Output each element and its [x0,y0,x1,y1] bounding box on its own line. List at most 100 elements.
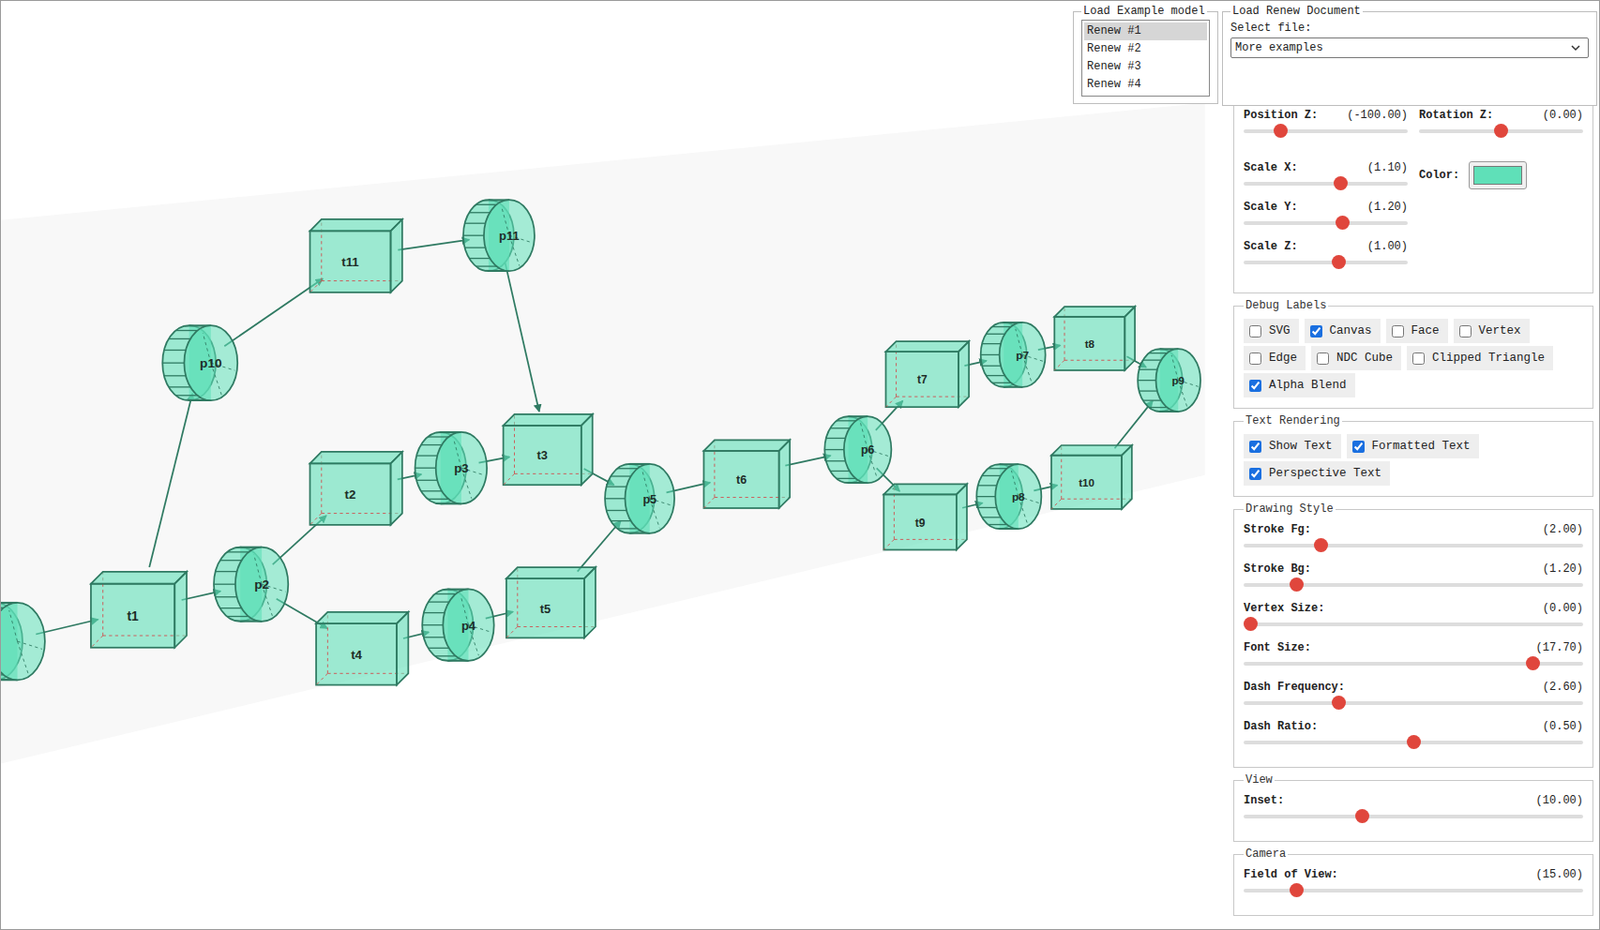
file-select[interactable]: More examples [1230,37,1589,59]
model-list-item[interactable]: Renew #3 [1084,58,1208,76]
model-list-item[interactable]: Renew #4 [1084,75,1208,94]
place-node[interactable]: p5 [604,464,675,534]
slider-thumb[interactable] [1313,538,1329,553]
slider-track[interactable] [1243,701,1584,706]
transition-node[interactable]: t8 [1054,306,1135,371]
slider-row: Dash Frequency:(2.60) [1243,680,1584,721]
transition-node[interactable]: t6 [703,439,790,509]
checkbox[interactable] [1249,440,1262,453]
slider-thumb[interactable] [1333,176,1348,191]
place-node[interactable]: p11 [463,199,535,272]
place-node[interactable]: p10 [162,325,238,401]
transition-node[interactable]: t3 [503,414,593,485]
slider-track[interactable] [1418,129,1584,134]
transition-node[interactable]: t2 [309,452,402,526]
slider-thumb[interactable] [1406,735,1421,750]
slider-track[interactable] [1243,583,1584,588]
place-node[interactable]: p2 [213,547,288,622]
checkbox-label: Perspective Text [1268,467,1382,481]
slider-thumb[interactable] [1331,255,1346,270]
ground-plane [0,103,1206,765]
checkbox[interactable] [1249,379,1262,393]
transition-node[interactable]: t11 [309,219,402,293]
slider-track[interactable] [1243,543,1584,548]
arc [35,619,98,635]
checkbox[interactable] [1249,352,1262,365]
slider-track[interactable] [1243,181,1408,186]
checkbox-option[interactable]: SVG [1243,318,1299,344]
slider-track[interactable] [1243,815,1584,819]
checkbox[interactable] [1412,352,1425,365]
checkbox[interactable] [1459,325,1472,338]
node-label: p2 [254,577,270,592]
checkbox[interactable] [1352,440,1365,453]
checkbox[interactable] [1249,325,1262,338]
slider-thumb[interactable] [1525,656,1540,671]
transition-node[interactable]: t9 [883,483,967,550]
checkbox-label: Canvas [1329,324,1373,338]
checkbox-label: Vertex [1479,324,1522,338]
checkbox-option[interactable]: Clipped Triangle [1406,346,1554,371]
transition-node[interactable]: t4 [316,612,408,686]
checkbox-option[interactable]: NDC Cube [1311,346,1402,371]
slider-thumb[interactable] [1243,617,1258,632]
checkbox[interactable] [1316,352,1329,365]
slider-track[interactable] [1243,622,1584,627]
app: t1p2p10t11p11t2p3t3t4p4t5p5t6p6t7p7t8p9t… [0,0,1600,930]
checkbox-option[interactable]: Vertex [1453,318,1530,344]
checkbox-label: Show Text [1268,439,1333,453]
slider-track[interactable] [1243,221,1408,226]
slider-thumb[interactable] [1335,215,1350,230]
group-legend: Load Example model [1081,4,1208,18]
slider-thumb[interactable] [1273,123,1288,138]
slider-track[interactable] [1243,260,1408,265]
node-label: p7 [1015,348,1029,363]
place-node[interactable]: p3 [415,432,488,505]
slider-track[interactable] [1243,129,1408,134]
slider-row: Rotation Z:(0.00) [1418,108,1584,162]
checkbox-option[interactable]: Show Text [1243,434,1342,459]
model-list-item[interactable]: Renew #2 [1084,40,1208,59]
transition-node[interactable]: t7 [885,341,969,408]
slider-thumb[interactable] [1331,695,1346,710]
slider-thumb[interactable] [1289,577,1304,592]
place-node[interactable] [0,603,46,681]
canvas[interactable]: t1p2p10t11p11t2p3t3t4p4t5p5t6p6t7p7t8p9t… [0,0,1231,930]
transition-node[interactable]: t1 [90,572,187,649]
transition-node[interactable]: t10 [1051,445,1133,510]
slider-row: Scale Y:(1.20) [1243,200,1408,241]
slider-thumb[interactable] [1289,883,1304,898]
checkbox-option[interactable]: Alpha Blend [1243,373,1356,398]
place-node[interactable]: p7 [981,322,1046,388]
slider-track[interactable] [1243,740,1584,745]
node-label: t9 [915,516,926,530]
color-swatch[interactable] [1468,161,1527,190]
place-node[interactable]: p8 [976,464,1042,529]
checkbox[interactable] [1310,325,1323,338]
place-node[interactable]: p4 [422,588,494,661]
checkbox[interactable] [1391,325,1404,338]
checkbox-label: Face [1411,324,1440,338]
place-node[interactable]: p6 [824,416,891,484]
renew-document: Load Renew DocumentSelect file:More exam… [1222,4,1598,106]
place-node[interactable]: p9 [1137,348,1201,412]
checkbox-option[interactable]: Canvas [1304,318,1381,344]
checkbox-option[interactable]: Face [1386,318,1449,344]
slider-label: Vertex Size: [1243,602,1325,616]
checkbox-option[interactable]: Edge [1243,346,1306,371]
checkbox[interactable] [1249,467,1262,481]
slider-thumb[interactable] [1355,809,1370,824]
checkbox-option[interactable]: Perspective Text [1243,461,1390,486]
model-list-item[interactable]: Renew #1 [1084,22,1208,41]
slider-track[interactable] [1243,662,1584,666]
slider-track[interactable] [1243,889,1584,893]
slider-value: (1.00) [1367,240,1408,254]
model-list[interactable]: Renew #1Renew #2Renew #3Renew #4 [1081,19,1210,97]
slider-thumb[interactable] [1494,123,1509,138]
slider-value: (0.00) [1542,602,1584,616]
slider-value: (2.00) [1542,523,1584,537]
petri-net-scene[interactable]: t1p2p10t11p11t2p3t3t4p4t5p5t6p6t7p7t8p9t… [0,0,1231,930]
checkbox-option[interactable]: Formatted Text [1346,434,1480,459]
transition-node[interactable]: t5 [506,567,596,638]
slider-row: Inset:(10.00) [1243,794,1584,834]
